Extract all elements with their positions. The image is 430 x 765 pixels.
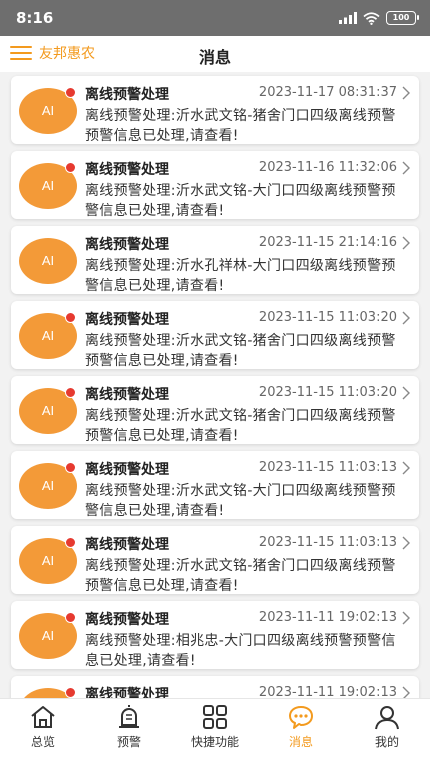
message-title: 离线预警处理 xyxy=(85,87,169,103)
status-icons: 100 xyxy=(339,10,419,26)
home-icon xyxy=(31,706,55,728)
tab-messages[interactable]: 消息 xyxy=(261,703,341,750)
ai-avatar: AI xyxy=(19,238,77,284)
unread-dot xyxy=(65,162,76,173)
message-card[interactable]: AI 离线预警处理 2023-11-16 11:32:06 离线预警处理:沂水武… xyxy=(11,151,419,219)
unread-dot xyxy=(65,537,76,548)
message-card[interactable]: AI 离线预警处理 2023-11-17 08:31:37 离线预警处理:沂水武… xyxy=(11,76,419,144)
message-time: 2023-11-15 21:14:16 xyxy=(258,235,397,250)
message-title: 离线预警处理 xyxy=(85,312,169,328)
message-body: 离线预警处理:沂水武文铭-猪舍门口四级离线预警预警信息已处理,请查看! xyxy=(85,333,396,369)
message-body: 离线预警处理:沂水武文铭-猪舍门口四级离线预警预警信息已处理,请查看! xyxy=(85,408,396,444)
message-card[interactable]: AI 离线预警处理 2023-11-15 11:03:20 离线预警处理:沂水武… xyxy=(11,301,419,369)
message-card[interactable]: AI 离线预警处理 2023-11-15 11:03:13 离线预警处理:沂水武… xyxy=(11,451,419,519)
tab-alerts[interactable]: 预警 xyxy=(89,703,169,750)
bottom-tab-bar: 总览 预警 快捷功能 消息 我的 xyxy=(0,698,430,765)
message-time: 2023-11-15 11:03:13 xyxy=(258,535,397,550)
chevron-right-icon xyxy=(402,461,410,475)
tab-label: 总览 xyxy=(30,735,55,749)
chevron-right-icon xyxy=(402,686,410,698)
tab-label: 预警 xyxy=(116,735,141,749)
message-card[interactable]: AI 离线预警处理 2023-11-15 11:03:13 离线预警处理:沂水武… xyxy=(11,526,419,594)
unread-dot xyxy=(65,387,76,398)
status-time: 8:16 xyxy=(16,9,54,27)
message-card[interactable]: AI 离线预警处理 2023-11-15 11:03:20 离线预警处理:沂水武… xyxy=(11,376,419,444)
message-time: 2023-11-16 11:32:06 xyxy=(258,160,397,175)
chevron-right-icon xyxy=(402,161,410,175)
app-header: 友邦惠农 消息 xyxy=(0,36,430,72)
message-body: 离线预警处理:沂水武文铭-猪舍门口四级离线预警预警信息已处理,请查看! xyxy=(85,558,396,594)
grid-icon xyxy=(203,705,227,729)
message-body: 离线预警处理:沂水武文铭-大门口四级离线预警预警信息已处理,请查看! xyxy=(85,183,396,219)
page-title: 消息 xyxy=(198,48,231,67)
chevron-right-icon xyxy=(402,536,410,550)
chevron-right-icon xyxy=(402,311,410,325)
message-card[interactable]: 离线预警处理 2023-11-11 19:02:13 xyxy=(11,676,419,698)
message-time: 2023-11-15 11:03:13 xyxy=(258,460,397,475)
message-body: 离线预警处理:相兆忠-大门口四级离线预警预警信息已处理,请查看! xyxy=(85,633,396,669)
tab-profile[interactable]: 我的 xyxy=(347,703,427,750)
chevron-right-icon xyxy=(402,611,410,625)
chevron-right-icon xyxy=(402,86,410,100)
unread-dot xyxy=(65,87,76,98)
chat-icon xyxy=(289,706,313,729)
tab-label: 消息 xyxy=(288,735,313,749)
tab-overview[interactable]: 总览 xyxy=(3,703,83,750)
tab-shortcuts[interactable]: 快捷功能 xyxy=(175,703,255,750)
message-list[interactable]: AI 离线预警处理 2023-11-17 08:31:37 离线预警处理:沂水武… xyxy=(0,72,430,698)
chevron-right-icon xyxy=(402,386,410,400)
message-title: 离线预警处理 xyxy=(85,612,169,628)
message-title: 离线预警处理 xyxy=(85,462,169,478)
unread-dot xyxy=(65,312,76,323)
status-bar: 8:16 100 xyxy=(0,0,430,36)
message-body: 离线预警处理:沂水孔祥林-大门口四级离线预警预警信息已处理,请查看! xyxy=(85,258,396,294)
unread-dot xyxy=(65,462,76,473)
message-time: 2023-11-17 08:31:37 xyxy=(258,85,397,100)
message-time: 2023-11-15 11:03:20 xyxy=(258,310,397,325)
message-time: 2023-11-15 11:03:20 xyxy=(258,385,397,400)
message-title: 离线预警处理 xyxy=(85,162,169,178)
chevron-right-icon xyxy=(402,236,410,250)
message-card[interactable]: AI 离线预警处理 2023-11-11 19:02:13 离线预警处理:相兆忠… xyxy=(11,601,419,669)
unread-dot xyxy=(65,612,76,623)
message-time: 2023-11-11 19:02:13 xyxy=(258,685,397,698)
message-title: 离线预警处理 xyxy=(85,387,169,403)
alarm-icon xyxy=(119,705,139,728)
message-body: 离线预警处理:沂水武文铭-猪舍门口四级离线预警预警信息已处理,请查看! xyxy=(85,108,396,144)
tab-label: 我的 xyxy=(374,735,399,749)
message-title: 离线预警处理 xyxy=(85,687,169,698)
message-title: 离线预警处理 xyxy=(85,537,169,553)
message-title: 离线预警处理 xyxy=(85,237,169,253)
user-icon xyxy=(375,706,399,730)
unread-dot xyxy=(65,687,76,698)
message-time: 2023-11-11 19:02:13 xyxy=(258,610,397,625)
signal-icon xyxy=(339,12,357,24)
tab-label: 快捷功能 xyxy=(190,735,239,749)
battery-icon: 100 xyxy=(386,11,419,25)
message-body: 离线预警处理:沂水武文铭-大门口四级离线预警预警信息已处理,请查看! xyxy=(85,483,396,519)
message-card[interactable]: AI 离线预警处理 2023-11-15 21:14:16 离线预警处理:沂水孔… xyxy=(11,226,419,294)
wifi-icon xyxy=(363,11,380,25)
